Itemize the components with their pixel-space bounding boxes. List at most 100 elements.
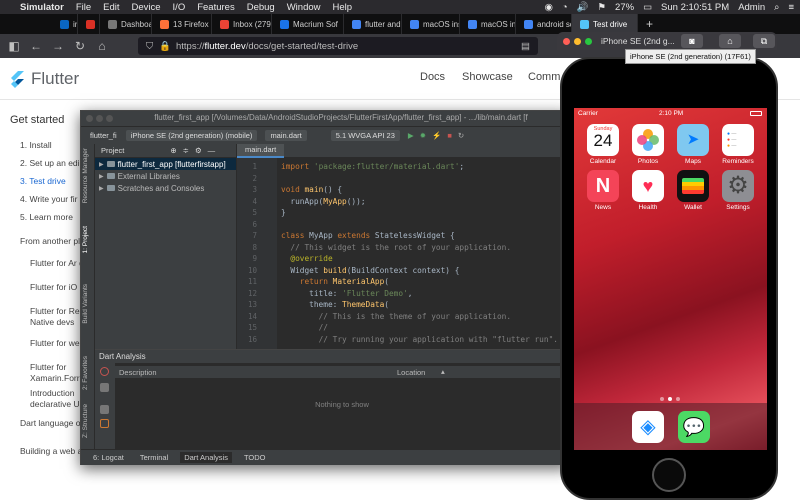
- gear-icon[interactable]: ⚙: [195, 146, 202, 155]
- menu-window[interactable]: Window: [287, 2, 321, 13]
- project-tree-item[interactable]: ▶ External Libraries: [95, 170, 236, 182]
- flag-icon[interactable]: ⚑: [598, 2, 607, 13]
- screenshot-icon[interactable]: ◙: [681, 34, 703, 48]
- project-view-selector[interactable]: Project: [101, 146, 124, 155]
- hot-reload-icon[interactable]: ⚡: [432, 131, 441, 140]
- run-icon[interactable]: ▶: [408, 131, 414, 140]
- menubar-user[interactable]: Admin: [738, 2, 765, 13]
- lock-icon[interactable]: 🔒: [159, 41, 171, 52]
- expand-arrow-icon[interactable]: ▶: [99, 173, 104, 180]
- code-line[interactable]: Widget build(BuildContext context) {: [281, 266, 459, 275]
- sim-close-icon[interactable]: [563, 38, 570, 45]
- sync-icon[interactable]: ↻: [458, 131, 464, 140]
- code-line[interactable]: // This widget is the root of your appli…: [281, 243, 511, 252]
- browser-tab[interactable]: android sdk: [516, 14, 572, 34]
- nav-docs[interactable]: Docs: [420, 71, 445, 83]
- menu-debug[interactable]: Debug: [247, 2, 275, 13]
- app-icon-health[interactable]: ♥: [632, 170, 664, 202]
- url-bar[interactable]: ⛉ 🔒 https://flutter.dev/docs/get-started…: [138, 37, 538, 55]
- app-icon-wallet[interactable]: [677, 170, 709, 202]
- tab-dart-analysis[interactable]: Dart Analysis: [180, 452, 232, 463]
- code-line[interactable]: //: [281, 323, 328, 332]
- expand-arrow-icon[interactable]: ▶: [99, 161, 104, 168]
- device-selector[interactable]: iPhone SE (2nd generation) (mobile): [125, 130, 258, 141]
- browser-tab[interactable]: Inbox (279): [212, 14, 272, 34]
- browser-tab[interactable]: Test drive: [572, 14, 638, 34]
- code-line[interactable]: }: [281, 208, 286, 217]
- wifi-icon[interactable]: ◔: [562, 2, 568, 13]
- minimize-icon[interactable]: [96, 115, 103, 122]
- app-icon-settings[interactable]: ⚙: [722, 170, 754, 202]
- reader-view-icon[interactable]: ▤: [521, 41, 530, 52]
- avd-selector[interactable]: 5.1 WVGA API 23: [330, 130, 400, 141]
- column-location[interactable]: Location: [397, 368, 425, 377]
- build-variants-tab[interactable]: Build Variants: [82, 284, 89, 324]
- hide-icon[interactable]: —: [208, 146, 216, 155]
- code-line[interactable]: import 'package:flutter/material.dart';: [281, 162, 464, 171]
- browser-tab[interactable]: [78, 14, 100, 34]
- back-icon[interactable]: ←: [28, 39, 44, 53]
- run-config-selector[interactable]: main.dart: [265, 130, 307, 141]
- code-line[interactable]: class MyApp extends StatelessWidget {: [281, 231, 455, 240]
- sim-minimize-icon[interactable]: [574, 38, 581, 45]
- menu-help[interactable]: Help: [333, 2, 353, 13]
- app-icon-maps[interactable]: ➤: [677, 124, 709, 156]
- refresh-icon[interactable]: [100, 367, 109, 376]
- new-tab-icon[interactable]: +: [638, 14, 661, 34]
- nav-showcase[interactable]: Showcase: [462, 71, 513, 83]
- tab-main-dart[interactable]: main.dart: [237, 143, 285, 158]
- expand-arrow-icon[interactable]: ▶: [99, 185, 104, 192]
- shield-icon[interactable]: ⛉: [146, 41, 153, 52]
- app-icon-reminders[interactable]: ● — ● — ● —: [722, 124, 754, 156]
- filter-icon[interactable]: [100, 405, 109, 414]
- project-tab[interactable]: 1: Project: [82, 226, 89, 253]
- app-icon-calendar[interactable]: Sunday 24: [587, 124, 619, 156]
- browser-tab[interactable]: Macrium Sof: [272, 14, 344, 34]
- sound-icon[interactable]: 🔊: [577, 2, 589, 13]
- battery-icon[interactable]: ▭: [643, 2, 652, 13]
- sim-zoom-icon[interactable]: [585, 38, 592, 45]
- home-icon[interactable]: ⌂: [94, 39, 110, 53]
- resource-manager-tab[interactable]: Resource Manager: [82, 148, 89, 203]
- flutter-logo[interactable]: Flutter: [10, 69, 79, 89]
- tab-todo[interactable]: TODO: [240, 452, 270, 463]
- code-line[interactable]: @override: [281, 254, 332, 263]
- control-center-icon[interactable]: ≡: [788, 2, 794, 13]
- stop-icon[interactable]: ■: [447, 131, 452, 140]
- browser-tab[interactable]: macOS instal: [402, 14, 460, 34]
- nav-community[interactable]: Comm: [528, 71, 560, 83]
- menubar-clock[interactable]: Sun 2:10:51 PM: [661, 2, 729, 13]
- app-icon-news[interactable]: N: [587, 170, 619, 202]
- tab-terminal[interactable]: Terminal: [136, 452, 172, 463]
- sidebar-toggle-icon[interactable]: ◧: [6, 39, 22, 53]
- home-button-icon[interactable]: ⌂: [719, 34, 741, 48]
- rotate-icon[interactable]: ⧉: [753, 34, 775, 48]
- browser-tab[interactable]: Dashboard: [100, 14, 152, 34]
- close-icon[interactable]: [86, 115, 93, 122]
- menu-app-name[interactable]: Simulator: [20, 2, 64, 13]
- code-line[interactable]: theme: ThemeData(: [281, 300, 389, 309]
- dock-icon-safari[interactable]: ◈: [632, 411, 664, 443]
- iphone-screen[interactable]: Carrier 2:10 PM Sunday 24 Calendar Photos ➤ M…: [574, 108, 767, 450]
- sort-ascending-icon[interactable]: ▴: [441, 367, 445, 376]
- browser-tab[interactable]: macOS insta: [460, 14, 516, 34]
- dock-icon-messages[interactable]: 💬: [678, 411, 710, 443]
- collapse-icon[interactable]: ≑: [183, 146, 189, 155]
- project-tree-item[interactable]: ▶ Scratches and Consoles: [95, 182, 236, 194]
- zoom-icon[interactable]: [106, 115, 113, 122]
- code-line[interactable]: return MaterialApp(: [281, 277, 389, 286]
- project-breadcrumb[interactable]: flutter_fi: [85, 130, 122, 141]
- siri-icon[interactable]: ◉: [545, 2, 553, 13]
- browser-tab[interactable]: in: [52, 14, 78, 34]
- settings-icon[interactable]: [100, 383, 109, 392]
- code-line[interactable]: runApp(MyApp());: [281, 197, 365, 206]
- debug-icon[interactable]: ✹: [420, 131, 426, 140]
- browser-tab[interactable]: 13 Firefox bro: [152, 14, 212, 34]
- code-line[interactable]: // This is the theme of your application…: [281, 312, 511, 321]
- target-icon[interactable]: ⊕: [170, 146, 176, 155]
- structure-tab[interactable]: Z: Structure: [82, 404, 89, 438]
- menu-file[interactable]: File: [76, 2, 91, 13]
- code-line[interactable]: title: 'Flutter Demo',: [281, 289, 412, 298]
- spotlight-icon[interactable]: ⌕: [774, 2, 779, 13]
- column-description[interactable]: Description: [119, 368, 157, 377]
